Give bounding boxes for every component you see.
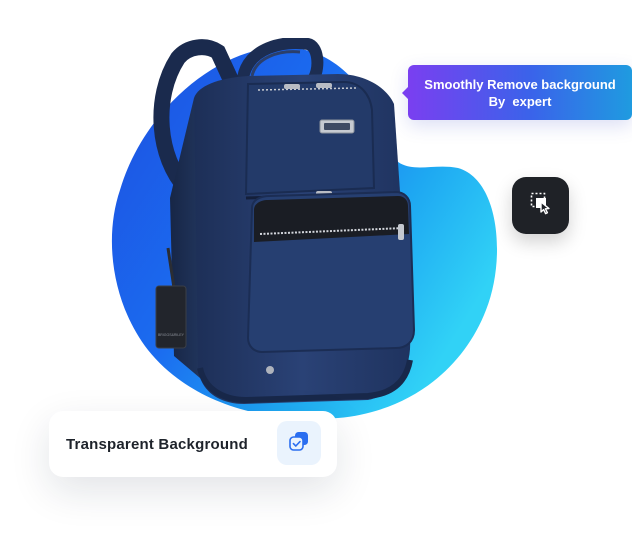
- card-label: Transparent Background: [66, 436, 248, 453]
- select-tool-button[interactable]: [512, 177, 569, 234]
- tooltip-line-2: By expert: [488, 93, 552, 109]
- transparent-background-button[interactable]: [277, 421, 321, 465]
- tooltip-line-1: Smoothly Remove background: [424, 76, 616, 92]
- layers-check-icon: [287, 429, 311, 458]
- tag-text: BRIGGS&RILEY: [158, 333, 185, 337]
- select-cursor-icon: [528, 190, 554, 221]
- remove-background-tooltip: Smoothly Remove background By expert: [402, 65, 632, 120]
- backpack-image: BRIGGS&RILEY: [153, 38, 416, 404]
- transparent-background-card: Transparent Background: [49, 411, 337, 477]
